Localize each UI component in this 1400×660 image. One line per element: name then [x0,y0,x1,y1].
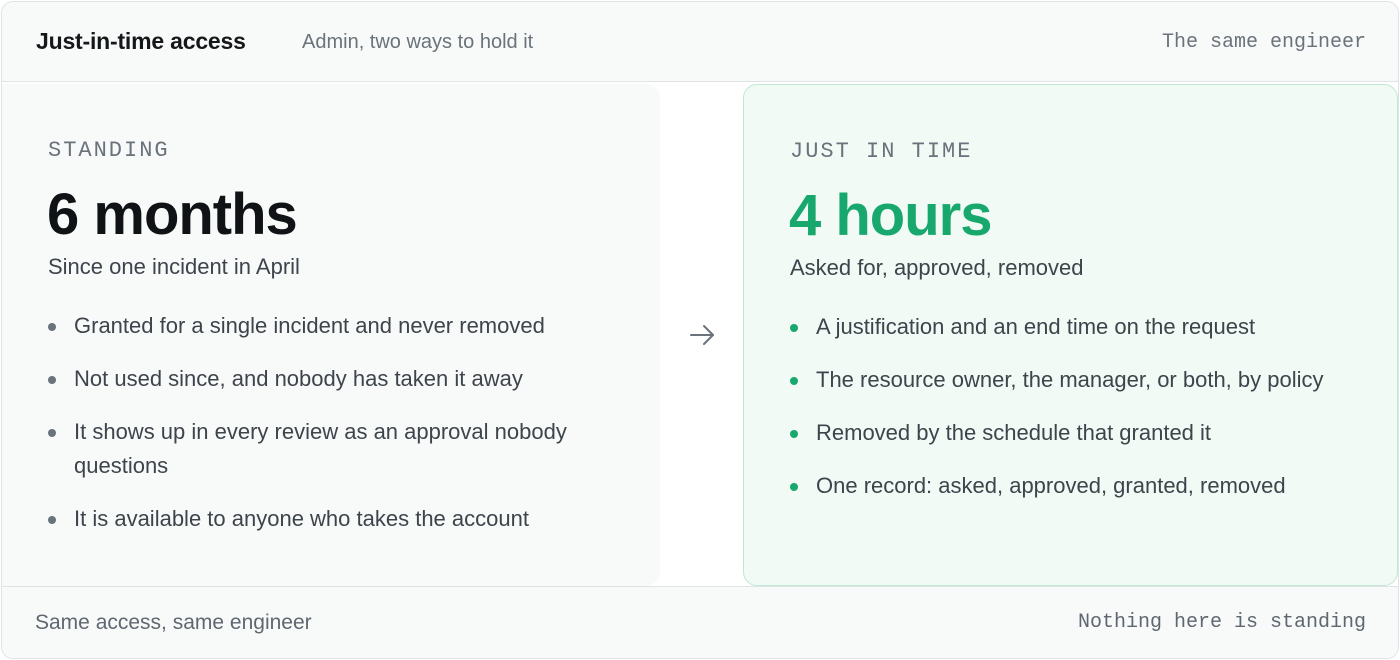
list-item: It shows up in every review as an approv… [48,415,574,483]
list-item-text: Granted for a single incident and never … [74,313,545,338]
standing-caption: Since one incident in April [48,254,300,279]
list-item: It is available to anyone who takes the … [48,502,608,536]
bullet-dot-icon [790,324,798,332]
card-header: Just-in-time access Admin, two ways to h… [2,2,1398,82]
list-item-text: The resource owner, the manager, or both… [816,367,1324,392]
list-item: Granted for a single incident and never … [48,309,608,343]
bullet-dot-icon [48,516,56,524]
page-subtitle: Admin, two ways to hold it [302,31,534,53]
comparison-card: Just-in-time access Admin, two ways to h… [1,1,1399,659]
bullet-dot-icon [48,429,56,437]
list-item: Not used since, and nobody has taken it … [48,362,608,396]
list-item: A justification and an end time on the r… [790,310,1350,344]
list-item-text: A justification and an end time on the r… [816,314,1256,339]
bullet-dot-icon [790,483,798,491]
bullet-dot-icon [48,323,56,331]
list-item-text: Removed by the schedule that granted it [816,420,1212,445]
standing-panel: STANDING 6 months Since one incident in … [2,84,660,586]
page-title: Just-in-time access [36,28,246,54]
standing-label: STANDING [48,138,170,163]
list-item-text: It is available to anyone who takes the … [74,506,529,531]
list-item: Removed by the schedule that granted it [790,416,1350,450]
footer-note-left: Same access, same engineer [35,611,312,634]
list-item-text: One record: asked, approved, granted, re… [816,473,1286,498]
list-item-text: Not used since, and nobody has taken it … [74,366,523,391]
standing-list: Granted for a single incident and never … [48,309,608,555]
standing-duration: 6 months [47,182,298,247]
bullet-dot-icon [790,377,798,385]
footer-note-right: Nothing here is standing [1077,611,1366,634]
arrow-right-icon [690,325,714,345]
bullet-dot-icon [48,376,56,384]
list-item-text: It shows up in every review as an approv… [74,419,567,478]
list-item: One record: asked, approved, granted, re… [790,469,1350,503]
jit-caption: Asked for, approved, removed [790,255,1084,280]
card-footer: Same access, same engineer Nothing here … [2,586,1398,658]
bullet-dot-icon [790,430,798,438]
header-note: The same engineer [1161,31,1366,54]
list-item: The resource owner, the manager, or both… [790,363,1336,397]
jit-label: JUST IN TIME [790,139,973,164]
jit-duration: 4 hours [789,183,992,248]
jit-panel: JUST IN TIME 4 hours Asked for, approved… [743,84,1398,586]
jit-list: A justification and an end time on the r… [790,310,1350,522]
